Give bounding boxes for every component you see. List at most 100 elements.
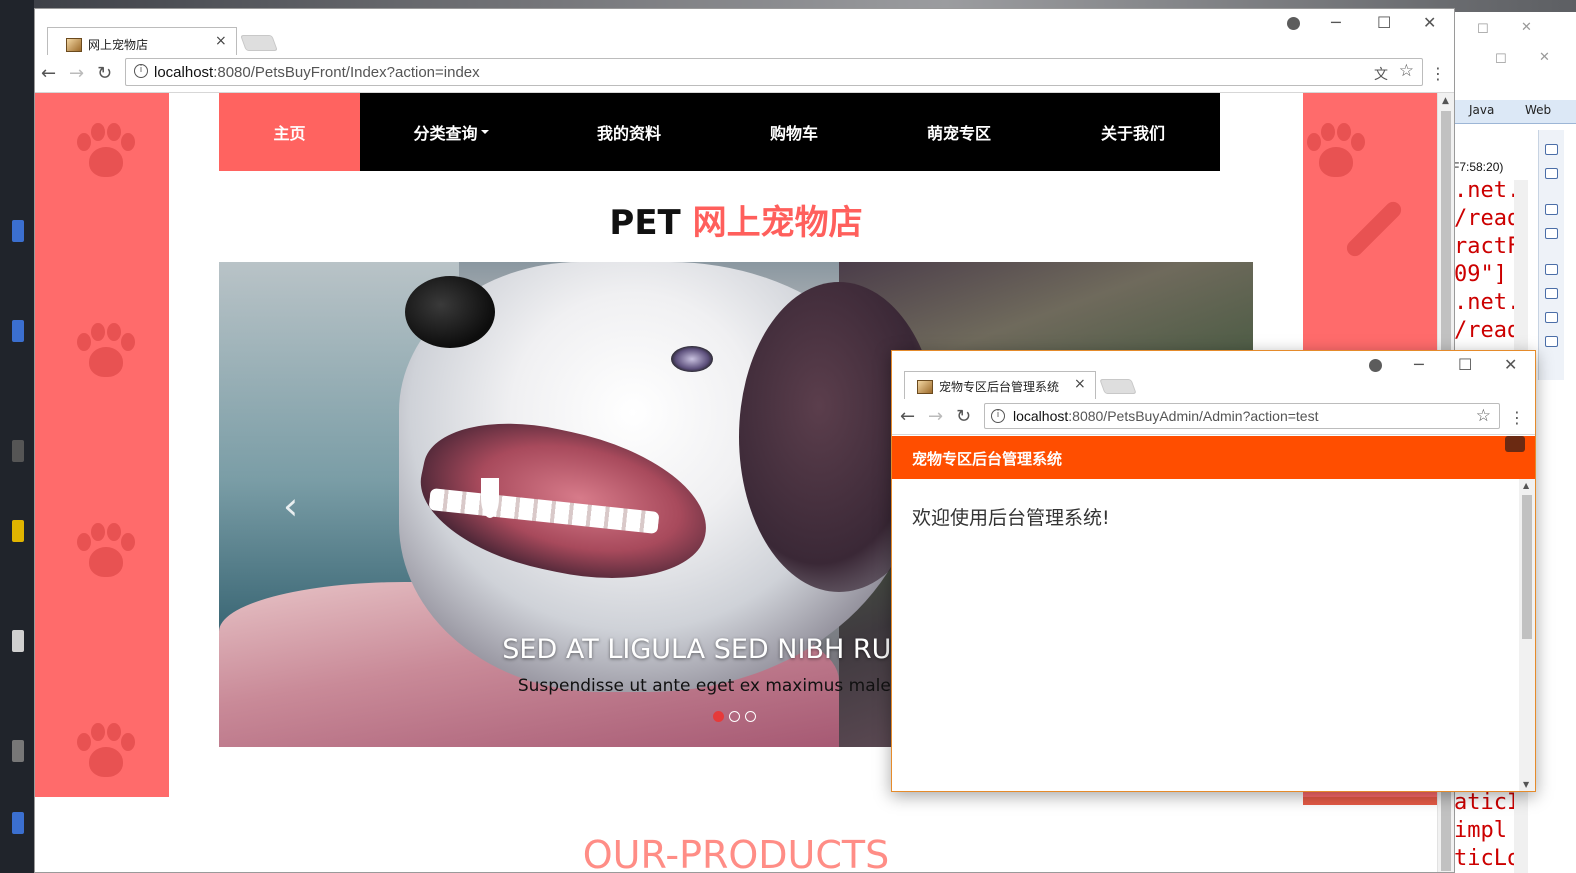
bookmark-star-icon[interactable]: ☆ bbox=[1399, 61, 1414, 81]
carousel-dog-fang bbox=[481, 478, 499, 518]
main-tab-close-icon[interactable]: × bbox=[215, 33, 227, 49]
ide-view-icon[interactable] bbox=[1545, 228, 1558, 239]
close-button[interactable]: ✕ bbox=[1423, 13, 1436, 32]
forward-arrow-icon[interactable]: → bbox=[928, 406, 943, 427]
ide-close-button[interactable]: ✕ bbox=[1521, 20, 1532, 35]
admin-tab[interactable]: 宠物专区后台管理系统 bbox=[904, 371, 1096, 399]
desktop-left-area bbox=[0, 0, 34, 873]
new-tab-button[interactable] bbox=[1099, 379, 1137, 394]
desktop-icon[interactable] bbox=[12, 220, 24, 242]
ide-view-icon[interactable] bbox=[1545, 336, 1558, 347]
carousel-prev-icon[interactable]: ‹ bbox=[283, 484, 298, 528]
carousel-dog-nose bbox=[405, 276, 495, 348]
ide-view-icon[interactable] bbox=[1545, 204, 1558, 215]
nav-profile[interactable]: 我的资料 bbox=[542, 93, 716, 171]
desktop-icon[interactable] bbox=[12, 740, 24, 762]
admin-tab-title: 宠物专区后台管理系统 bbox=[939, 380, 1060, 394]
carousel-indicators bbox=[713, 711, 756, 722]
paw-icon bbox=[75, 323, 135, 383]
desktop-icon[interactable] bbox=[12, 520, 24, 542]
profile-icon[interactable] bbox=[1369, 359, 1382, 372]
back-arrow-icon[interactable]: ← bbox=[41, 63, 56, 84]
desktop-icon[interactable] bbox=[12, 440, 24, 462]
ide-view-icon[interactable] bbox=[1545, 264, 1558, 275]
nav-category[interactable]: 分类查询 bbox=[360, 93, 542, 171]
address-bar[interactable]: i localhost:8080/PetsBuyFront/Index?acti… bbox=[125, 58, 1423, 86]
ide-view-icon[interactable] bbox=[1545, 144, 1558, 155]
info-icon[interactable]: i bbox=[134, 64, 148, 78]
admin-header-title: 宠物专区后台管理系统 bbox=[912, 450, 1063, 468]
admin-welcome-text: 欢迎使用后台管理系统! bbox=[912, 507, 1110, 529]
paw-icon bbox=[75, 523, 135, 583]
admin-header-button[interactable] bbox=[1505, 436, 1525, 452]
paw-icon bbox=[1305, 123, 1365, 183]
admin-toolbar: ← → ↻ i localhost:8080/PetsBuyAdmin/Admi… bbox=[892, 399, 1535, 435]
admin-tab-close-icon[interactable]: × bbox=[1074, 376, 1086, 392]
close-button[interactable]: ✕ bbox=[1504, 355, 1517, 374]
minimize-button[interactable]: ─ bbox=[1414, 355, 1424, 374]
scroll-down-icon[interactable]: ▼ bbox=[1523, 780, 1529, 789]
admin-scrollbar[interactable]: ▲ ▼ bbox=[1519, 479, 1535, 791]
band-bottom-strip bbox=[1303, 797, 1439, 805]
nav-about[interactable]: 关于我们 bbox=[1046, 93, 1220, 171]
nav-home[interactable]: 主页 bbox=[219, 93, 360, 171]
ide-view-icon[interactable] bbox=[1545, 168, 1558, 179]
ide-view-icon[interactable] bbox=[1545, 288, 1558, 299]
nav-pet-zone[interactable]: 萌宠专区 bbox=[872, 93, 1046, 171]
maximize-button[interactable]: ☐ bbox=[1377, 13, 1391, 32]
site-navbar: 主页 分类查询 我的资料 购物车 萌宠专区 关于我们 bbox=[219, 93, 1220, 171]
desktop-icon[interactable] bbox=[12, 630, 24, 652]
minimize-button[interactable]: ─ bbox=[1331, 13, 1341, 32]
carousel-dot[interactable] bbox=[729, 711, 740, 722]
ide-titlebar: ☐ ✕ ☐ ✕ bbox=[1439, 12, 1576, 67]
favicon-icon bbox=[66, 37, 82, 52]
bookmark-star-icon[interactable]: ☆ bbox=[1476, 406, 1491, 426]
nav-cart[interactable]: 购物车 bbox=[716, 93, 872, 171]
main-tabstrip: 网上宠物店 × ─ ☐ ✕ bbox=[35, 9, 1454, 55]
admin-address-bar[interactable]: i localhost:8080/PetsBuyAdmin/Admin?acti… bbox=[984, 403, 1500, 429]
ide-tab-java[interactable]: Java bbox=[1469, 103, 1494, 117]
scroll-up-icon[interactable]: ▲ bbox=[1442, 96, 1449, 106]
carousel-dot[interactable] bbox=[713, 711, 724, 722]
back-arrow-icon[interactable]: ← bbox=[900, 406, 915, 427]
ide-side-toolbar bbox=[1538, 130, 1564, 380]
desktop-icon[interactable] bbox=[12, 812, 24, 834]
browser-menu-icon[interactable]: ⋮ bbox=[1430, 64, 1446, 83]
maximize-button[interactable]: ☐ bbox=[1458, 355, 1472, 374]
chevron-down-icon bbox=[480, 130, 489, 134]
favicon-icon bbox=[917, 379, 933, 394]
ide-view-icon[interactable] bbox=[1545, 312, 1558, 323]
products-heading: OUR-PRODUCTS bbox=[582, 833, 890, 873]
carousel-dog-eye bbox=[671, 346, 713, 372]
profile-icon[interactable] bbox=[1287, 17, 1300, 30]
ide-time-label: F7:58:20) bbox=[1452, 160, 1504, 174]
left-decor-band bbox=[35, 93, 169, 797]
desktop-icon[interactable] bbox=[12, 320, 24, 342]
new-tab-button[interactable] bbox=[240, 35, 278, 51]
reload-icon[interactable]: ↻ bbox=[956, 406, 971, 427]
admin-header: 宠物专区后台管理系统 bbox=[892, 436, 1535, 479]
forward-arrow-icon[interactable]: → bbox=[69, 63, 84, 84]
ide-maximize-button[interactable]: ☐ bbox=[1477, 22, 1489, 37]
reload-icon[interactable]: ↻ bbox=[97, 63, 112, 84]
info-icon[interactable]: i bbox=[991, 409, 1005, 423]
site-title: PET 网上宠物店 bbox=[219, 195, 1253, 244]
site-title-prefix: PET bbox=[609, 203, 681, 243]
admin-address-url[interactable]: localhost:8080/PetsBuyAdmin/Admin?action… bbox=[1013, 408, 1318, 424]
main-tab[interactable]: 网上宠物店 bbox=[47, 27, 237, 55]
admin-browser-window: 宠物专区后台管理系统 × ─ ☐ ✕ ← → ↻ i localhost:808… bbox=[891, 350, 1536, 792]
address-url[interactable]: localhost:8080/PetsBuyFront/Index?action… bbox=[154, 64, 480, 81]
browser-menu-icon[interactable]: ⋮ bbox=[1509, 408, 1525, 427]
scroll-thumb[interactable] bbox=[1522, 495, 1532, 639]
ide-tab-web[interactable]: Web bbox=[1525, 103, 1551, 117]
ide-inner-close-button[interactable]: ✕ bbox=[1539, 50, 1550, 65]
main-tab-title: 网上宠物店 bbox=[88, 38, 149, 52]
main-toolbar: ← → ↻ i localhost:8080/PetsBuyFront/Inde… bbox=[35, 55, 1454, 93]
site-title-accent: 网上宠物店 bbox=[692, 203, 863, 243]
carousel-dot[interactable] bbox=[745, 711, 756, 722]
translate-icon[interactable]: 文 bbox=[1374, 64, 1388, 84]
scroll-up-icon[interactable]: ▲ bbox=[1523, 481, 1529, 490]
paw-icon bbox=[75, 123, 135, 183]
ide-inner-maximize-button[interactable]: ☐ bbox=[1495, 52, 1507, 67]
paw-icon bbox=[75, 723, 135, 783]
